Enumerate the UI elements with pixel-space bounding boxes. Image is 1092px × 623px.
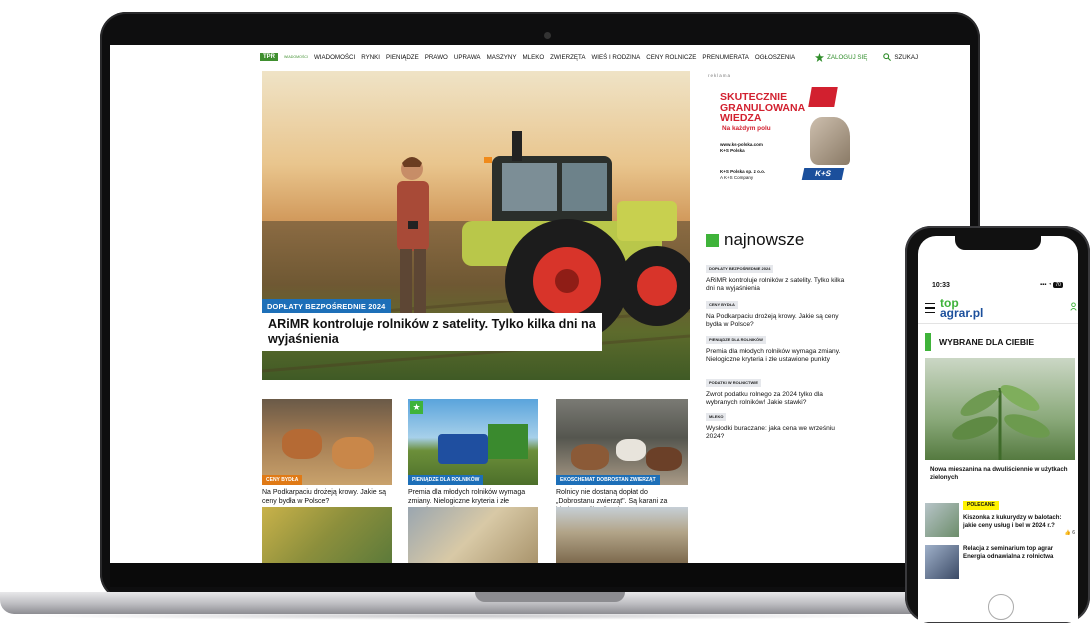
- likes-value: 6: [1072, 530, 1075, 536]
- ks-flag-icon: [808, 87, 838, 107]
- ks-logo: K+S: [801, 168, 845, 180]
- phone-time: 10:33: [932, 282, 950, 289]
- article-tile[interactable]: [262, 507, 392, 563]
- section-marker-icon: [706, 233, 719, 247]
- ad-rock-image: [810, 117, 850, 165]
- card-title: Na Podkarpaciu drożeją krowy. Jakie są c…: [262, 489, 386, 505]
- latest-item[interactable]: DOPŁATY BEZPOŚREDNIE 2024 ARiMR kontrolu…: [706, 257, 851, 293]
- card-tag: PIENIĄDZE DLA ROLNIKÓW: [408, 475, 484, 485]
- latest-item-tag: PIENIĄDZE DLA ROLNIKÓW: [706, 335, 766, 344]
- latest-item-tag: MLEKO: [706, 412, 727, 421]
- search-icon: [883, 53, 892, 61]
- thumbs-up-icon: 👍: [1064, 530, 1071, 536]
- phone-lead-image[interactable]: [925, 358, 1075, 460]
- latest-item-title: ARiMR kontroluje rolników z satelity. Ty…: [706, 277, 845, 292]
- search-label: SZUKAJ: [894, 53, 919, 61]
- ad-subline: Na każdym polu: [722, 125, 771, 132]
- latest-item[interactable]: MLEKO Wysłodki buraczane: jaka cena we w…: [706, 405, 851, 441]
- phone-section-title: WYBRANE DLA CIEBIE: [939, 337, 1035, 347]
- signal-icon: ▪▪▪ ◔: [1040, 282, 1052, 288]
- battery-icon: 70: [1053, 282, 1063, 288]
- nav-item[interactable]: WIEŚ I RODZINA: [591, 54, 640, 61]
- latest-item[interactable]: PIENIĄDZE DLA ROLNIKÓW Premia dla młodyc…: [706, 328, 851, 364]
- camera-icon: [544, 32, 551, 39]
- latest-heading: najnowsze: [706, 230, 804, 250]
- ad-label: reklama: [708, 73, 732, 78]
- login-label: ZALOGUJ SIĘ: [827, 53, 868, 61]
- ad-social: K+S Polska: [720, 148, 745, 153]
- nav-item[interactable]: UPRAWA: [454, 54, 481, 61]
- phone-article-title: Kiszonka z kukurydzy w balotach: jakie c…: [963, 514, 1062, 529]
- phone-section-heading: WYBRANE DLA CIEBIE: [925, 333, 1034, 351]
- card-image-tractor: ★ PIENIĄDZE DLA ROLNIKÓW: [408, 399, 538, 485]
- site-logo[interactable]: TPR: [260, 53, 278, 61]
- hamburger-menu-icon[interactable]: [925, 303, 935, 313]
- hero-category-tag[interactable]: DOPŁATY BEZPOŚREDNIE 2024: [262, 299, 391, 314]
- latest-heading-text: najnowsze: [724, 230, 805, 249]
- home-button[interactable]: [988, 594, 1014, 620]
- phone-divider: [918, 323, 1078, 324]
- nav-item[interactable]: WIADOMOŚCI: [314, 54, 355, 61]
- phone-article-thumb: [925, 503, 959, 537]
- top-navigation: TPR WIADOMOŚCI WIADOMOŚCI RYNKI PIENIĄDZ…: [260, 51, 960, 63]
- hero-title[interactable]: ARiMR kontroluje rolników z satelity. Ty…: [262, 313, 602, 351]
- card-tag: CENY BYDŁA: [262, 475, 303, 485]
- phone-article-row[interactable]: POLECANE Kiszonka z kukurydzy w balotach…: [925, 493, 1075, 537]
- nav-item[interactable]: PRENUMERATA: [702, 54, 749, 61]
- latest-item-title: Wysłodki buraczane: jaka cena we wrześni…: [706, 425, 835, 440]
- nav-item[interactable]: CENY ROLNICZE: [646, 54, 696, 61]
- latest-item-tag: PODATKI W ROLNICTWIE: [706, 378, 762, 387]
- phone-notch: [955, 236, 1041, 250]
- phone-article-thumb: [925, 545, 959, 579]
- phone-lead-caption[interactable]: Nowa mieszanina na dwuliściennie w użytk…: [930, 466, 1070, 482]
- phone-article-row[interactable]: Relacja z seminarium top agrar Energia o…: [925, 545, 1075, 579]
- laptop-notch: [475, 592, 625, 602]
- logo-subtitle: WIADOMOŚCI: [284, 55, 308, 59]
- search-button[interactable]: SZUKAJ: [883, 53, 918, 61]
- ad-headline-line: SKUTECZNIE: [720, 91, 788, 103]
- phone-article-title: Relacja z seminarium top agrar Energia o…: [963, 545, 1054, 560]
- phone-logo-bottom: agrar.pl: [940, 306, 984, 320]
- nav-item[interactable]: RYNKI: [361, 54, 380, 61]
- article-tile[interactable]: [556, 507, 688, 563]
- latest-item[interactable]: PODATKI W ROLNICTWIE Zwrot podatku rolne…: [706, 371, 851, 407]
- nav-item[interactable]: OGŁOSZENIA: [755, 54, 795, 61]
- ad-headline: SKUTECZNIE GRANULOWANA WIEDZA: [720, 92, 805, 124]
- article-card[interactable]: EKOSCHEMAT DOBROSTAN ZWIERZĄT Rolnicy ni…: [556, 399, 688, 515]
- star-icon: [815, 52, 825, 62]
- ad-url-block: www.ks-polska.com K+S Polska: [720, 142, 763, 154]
- card-image-cattle: CENY BYDŁA: [262, 399, 392, 485]
- nav-item[interactable]: PIENIĄDZE: [386, 54, 419, 61]
- plant-illustration: [952, 385, 1050, 460]
- likes-count: 👍 6: [963, 530, 1075, 536]
- ad-company: K+S Polska sp. z o.o. A K+S Company: [720, 169, 765, 181]
- latest-item-title: Premia dla młodych rolników wymaga zmian…: [706, 348, 841, 363]
- ad-headline-line: WIEDZA: [720, 112, 762, 124]
- phone-status: ▪▪▪ ◔ 70: [1040, 282, 1063, 288]
- laptop-base: [0, 592, 940, 614]
- user-icon[interactable]: [1070, 302, 1077, 311]
- latest-item-tag: DOPŁATY BEZPOŚREDNIE 2024: [706, 264, 774, 273]
- phone-logo[interactable]: top agrar.pl: [940, 297, 984, 320]
- logo-text: TPR: [260, 53, 278, 61]
- latest-item-tag: CENY BYDŁA: [706, 300, 738, 309]
- latest-item-title: Na Podkarpaciu drożeją krowy. Jakie są c…: [706, 313, 839, 328]
- phone-article-tag: POLECANE: [963, 500, 999, 510]
- nav-item[interactable]: MLEKO: [522, 54, 544, 61]
- nav-item[interactable]: ZWIERZĘTA: [550, 54, 585, 61]
- nav-item[interactable]: MASZYNY: [487, 54, 517, 61]
- article-card[interactable]: ★ PIENIĄDZE DLA ROLNIKÓW Premia dla młod…: [408, 399, 538, 515]
- star-badge-icon: ★: [410, 401, 423, 414]
- ad-company-sub: A K+S Company: [720, 175, 754, 180]
- latest-item[interactable]: CENY BYDŁA Na Podkarpaciu drożeją krowy.…: [706, 293, 851, 329]
- laptop-screen: TPR WIADOMOŚCI WIADOMOŚCI RYNKI PIENIĄDZ…: [110, 45, 970, 563]
- nav-item[interactable]: PRAWO: [425, 54, 448, 61]
- article-tile[interactable]: [408, 507, 538, 563]
- laptop-bezel: [110, 563, 970, 587]
- article-card[interactable]: CENY BYDŁA Na Podkarpaciu drożeją krowy.…: [262, 399, 392, 506]
- card-tag: EKOSCHEMAT DOBROSTAN ZWIERZĄT: [556, 475, 660, 485]
- card-image-barn: EKOSCHEMAT DOBROSTAN ZWIERZĄT: [556, 399, 688, 485]
- login-button[interactable]: ZALOGUJ SIĘ: [815, 52, 868, 62]
- section-marker-icon: [925, 333, 931, 351]
